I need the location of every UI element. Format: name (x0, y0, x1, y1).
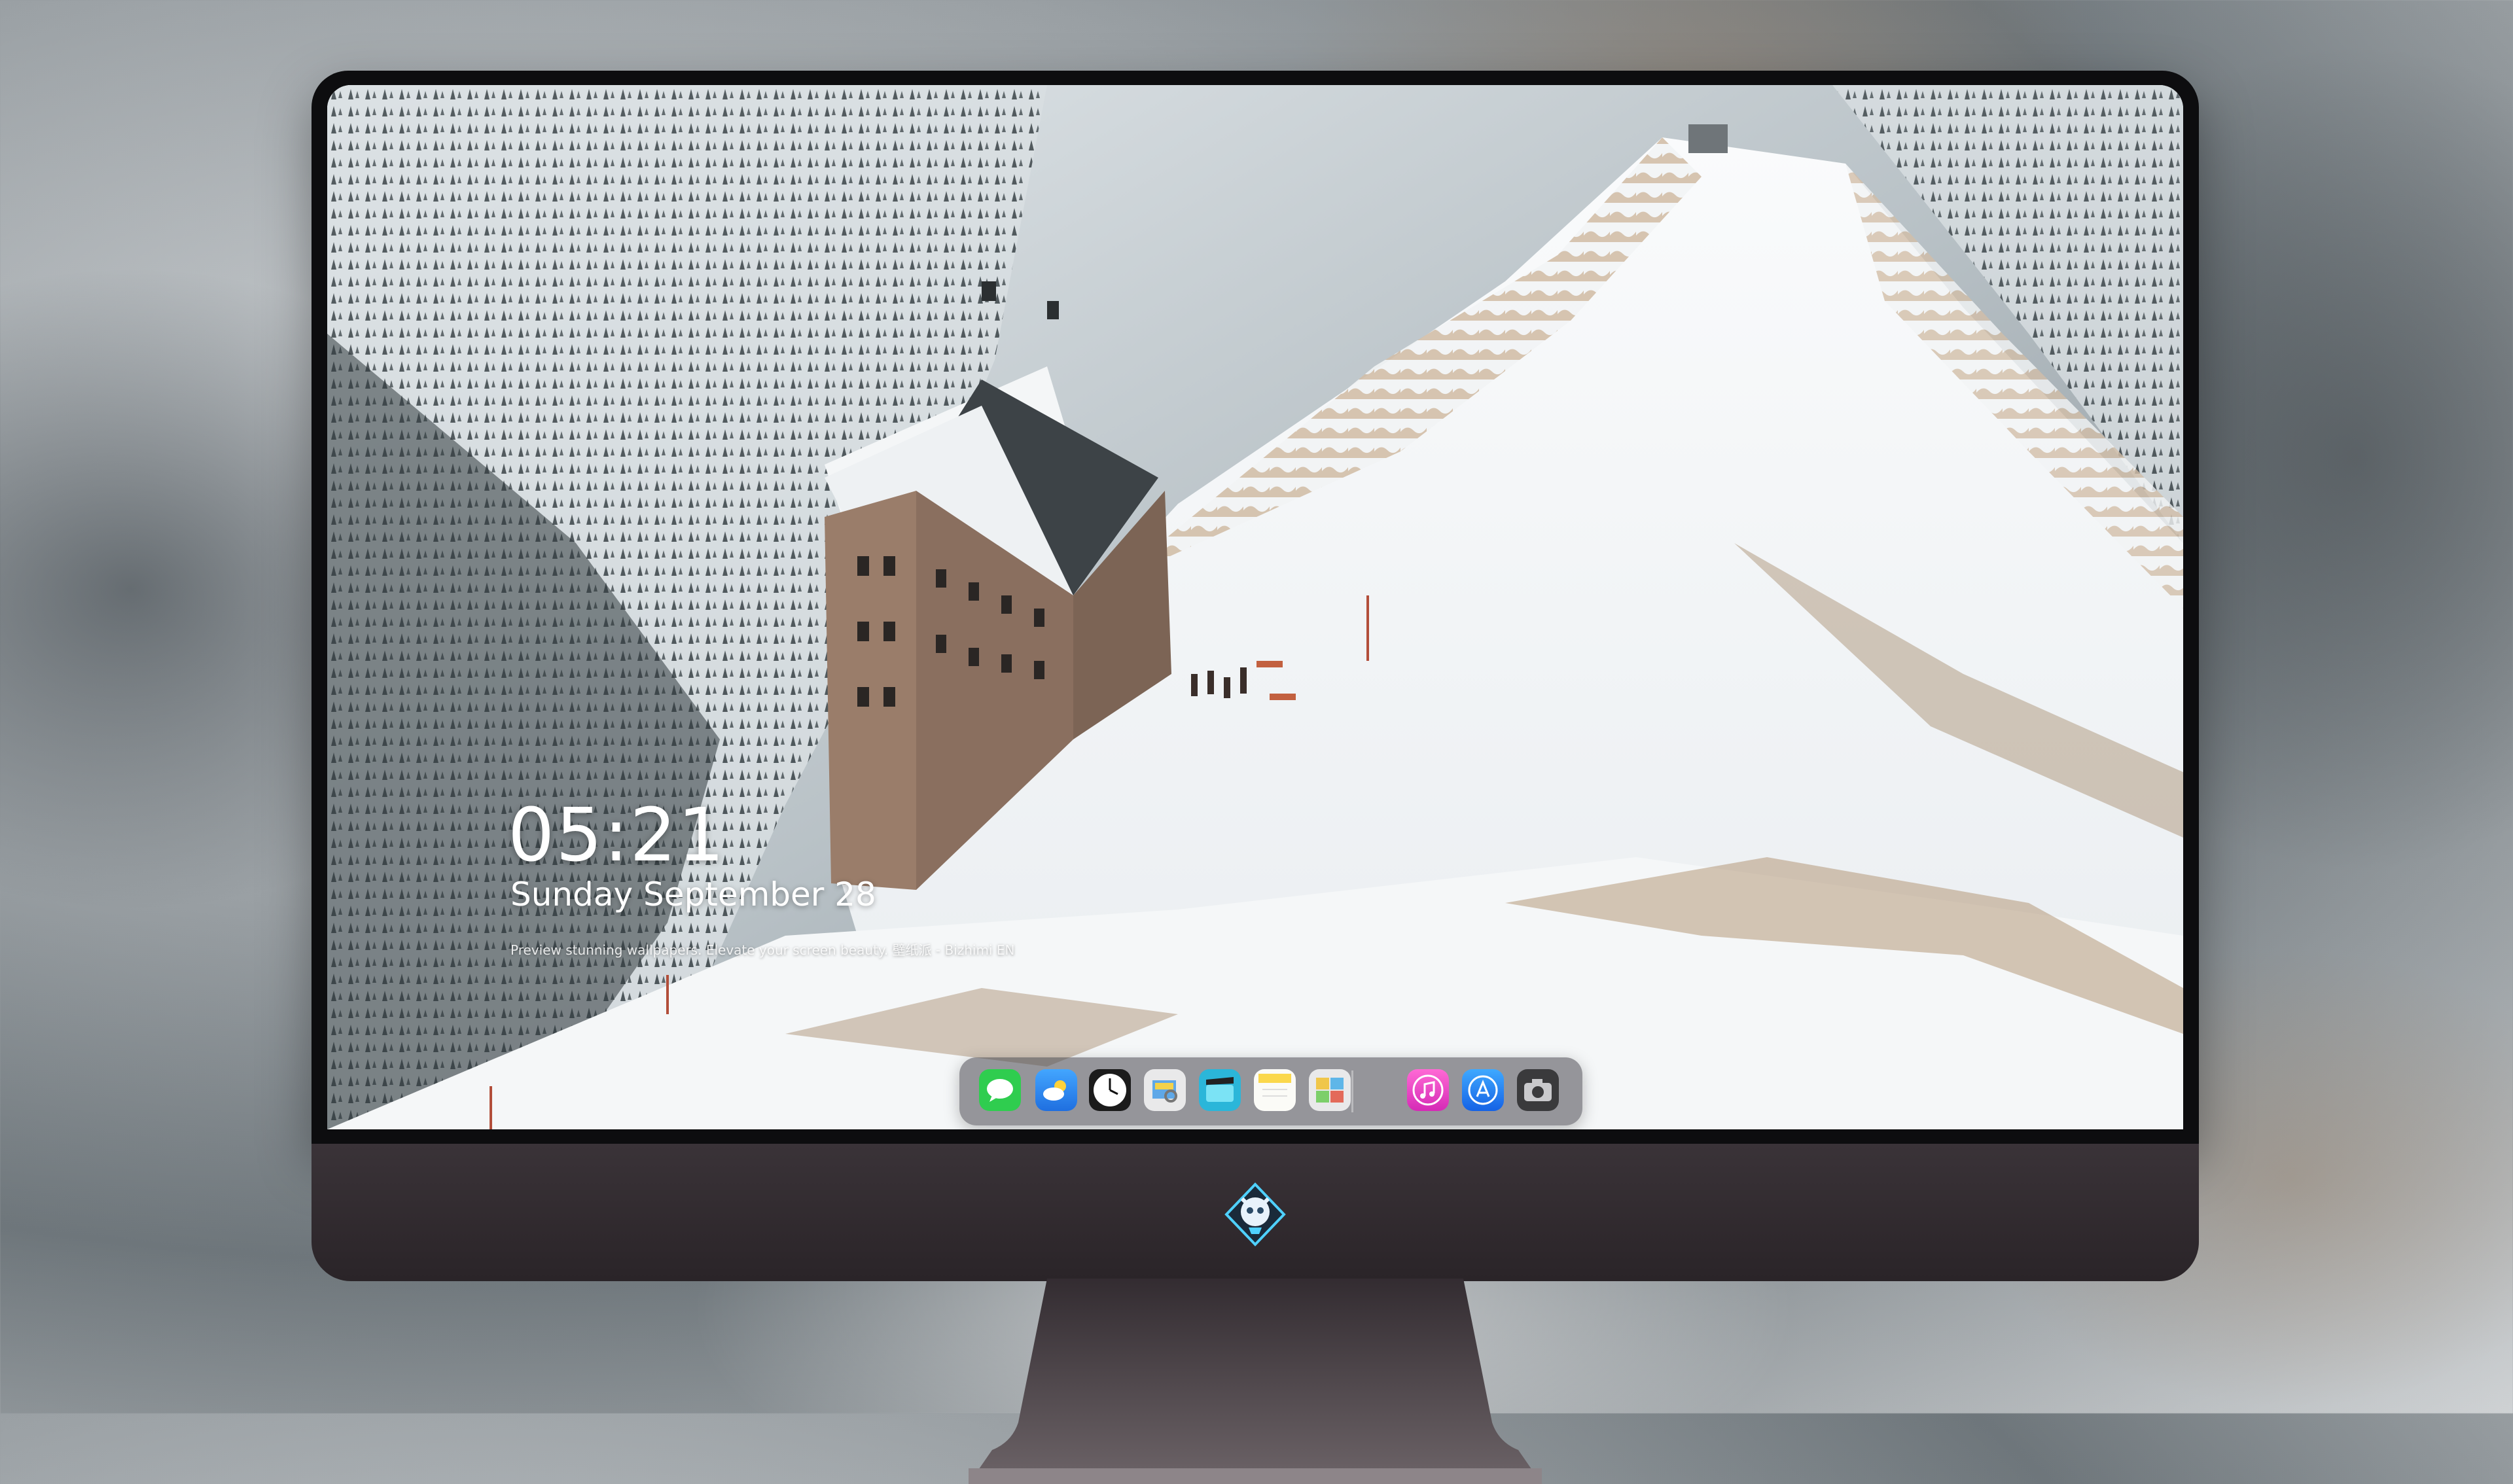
messages-icon[interactable] (979, 1069, 1021, 1111)
lockscreen-date: Sunday September 28 (510, 875, 876, 913)
monitor-chin (312, 1144, 2199, 1281)
wallpaper-caption: Preview stunning wallpapers. Elevate you… (510, 942, 1015, 958)
camera-icon[interactable] (1517, 1069, 1559, 1111)
music-icon[interactable] (1407, 1069, 1449, 1111)
dock (959, 1057, 1582, 1125)
monitor-stand (969, 1279, 1542, 1484)
weather-icon[interactable] (1035, 1069, 1077, 1111)
mountain-wallpaper (327, 85, 2183, 1129)
mascot-logo-icon (1224, 1182, 1286, 1246)
screen: 05:21 Sunday September 28 Preview stunni… (327, 85, 2183, 1129)
dock-separator (1351, 1070, 1353, 1112)
preview-icon[interactable] (1144, 1069, 1186, 1111)
clock-icon[interactable] (1089, 1069, 1131, 1111)
monitor: 05:21 Sunday September 28 Preview stunni… (312, 71, 2199, 1484)
notes-icon[interactable] (1254, 1069, 1296, 1111)
lockscreen-time: 05:21 (508, 793, 726, 878)
app-store-icon[interactable] (1462, 1069, 1504, 1111)
clips-icon[interactable] (1199, 1069, 1241, 1111)
photo-browser-icon[interactable] (1309, 1069, 1351, 1111)
